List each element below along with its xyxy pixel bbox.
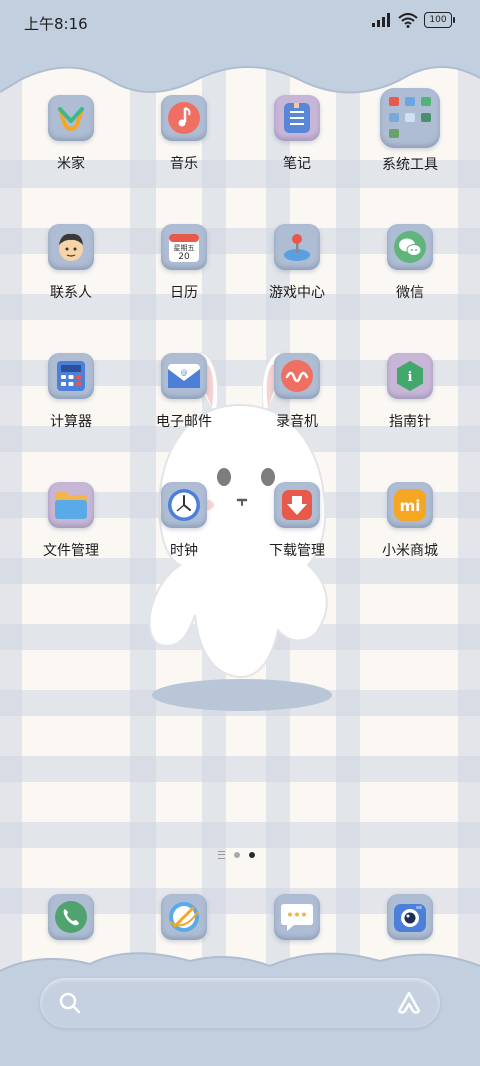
app-label: 电子邮件 <box>156 414 212 430</box>
app-label: 计算器 <box>50 414 92 430</box>
signal-icon <box>372 13 390 27</box>
messages-icon <box>274 894 320 940</box>
app-mi-store[interactable]: mi 小米商城 <box>355 482 465 560</box>
dock-messages[interactable] <box>274 894 320 940</box>
mi-logo-text: mi <box>400 497 421 515</box>
folder-system-tools[interactable]: 系统工具 <box>355 88 465 174</box>
app-file-manager[interactable]: 文件管理 <box>16 482 126 560</box>
svg-text:i: i <box>408 370 413 385</box>
app-recorder[interactable]: 录音机 <box>242 353 352 431</box>
xiao-ai-assistant-icon[interactable] <box>396 990 422 1016</box>
app-notes[interactable]: 笔记 <box>242 95 352 173</box>
system-tools-folder-icon <box>380 88 440 148</box>
phone-icon <box>48 894 94 940</box>
app-wechat[interactable]: 微信 <box>355 224 465 302</box>
app-label: 音乐 <box>170 156 198 172</box>
svg-text:@: @ <box>181 369 188 377</box>
dock-phone[interactable] <box>48 894 94 940</box>
game-center-icon <box>274 224 320 270</box>
contacts-icon <box>48 224 94 270</box>
camera-icon <box>387 894 433 940</box>
app-calendar[interactable]: 星期五 20 日历 <box>129 224 239 302</box>
app-label: 米家 <box>57 156 85 172</box>
page-indicator-menu <box>218 851 225 859</box>
search-icon <box>59 992 81 1014</box>
status-bar: 上午8:16 100 <box>0 0 480 44</box>
wechat-icon <box>387 224 433 270</box>
wifi-icon <box>398 12 418 28</box>
app-label: 时钟 <box>170 543 198 559</box>
app-label: 指南针 <box>389 414 431 430</box>
app-label: 小米商城 <box>382 543 438 559</box>
app-label: 联系人 <box>50 285 92 301</box>
app-label: 系统工具 <box>382 157 438 173</box>
status-time: 上午8:16 <box>24 15 88 33</box>
app-contacts[interactable]: 联系人 <box>16 224 126 302</box>
app-label: 下载管理 <box>269 543 325 559</box>
page-dot-1 <box>234 852 240 858</box>
dock-browser[interactable] <box>161 894 207 940</box>
app-label: 微信 <box>396 285 424 301</box>
clock-icon <box>161 482 207 528</box>
app-compass[interactable]: i 指南针 <box>355 353 465 431</box>
status-icons: 100 <box>372 12 455 28</box>
recorder-icon <box>274 353 320 399</box>
page-indicator[interactable] <box>218 851 255 859</box>
app-label: 游戏中心 <box>269 285 325 301</box>
app-game-center[interactable]: 游戏中心 <box>242 224 352 302</box>
app-email[interactable]: @ 电子邮件 <box>129 353 239 431</box>
app-label: 文件管理 <box>43 543 99 559</box>
compass-icon: i <box>387 353 433 399</box>
music-icon <box>161 95 207 141</box>
email-icon: @ <box>161 353 207 399</box>
app-music[interactable]: 音乐 <box>129 95 239 173</box>
app-calculator[interactable]: 计算器 <box>16 353 126 431</box>
app-label: 录音机 <box>276 414 318 430</box>
search-bar[interactable] <box>40 978 440 1028</box>
browser-icon <box>161 894 207 940</box>
battery-icon: 100 <box>424 12 455 28</box>
dock-camera[interactable] <box>387 894 433 940</box>
mijia-icon <box>48 95 94 141</box>
notes-icon <box>274 95 320 141</box>
mi-store-icon: mi <box>387 482 433 528</box>
app-label: 笔记 <box>283 156 311 172</box>
calendar-icon: 星期五 20 <box>161 224 207 270</box>
page-dot-2 <box>249 852 255 858</box>
calendar-day: 20 <box>178 252 190 262</box>
app-label: 日历 <box>170 285 198 301</box>
app-mijia[interactable]: 米家 <box>16 95 126 173</box>
app-clock[interactable]: 时钟 <box>129 482 239 560</box>
file-manager-icon <box>48 482 94 528</box>
calculator-icon <box>48 353 94 399</box>
downloads-icon <box>274 482 320 528</box>
calendar-weekday: 星期五 <box>174 244 195 252</box>
app-downloads[interactable]: 下载管理 <box>242 482 352 560</box>
